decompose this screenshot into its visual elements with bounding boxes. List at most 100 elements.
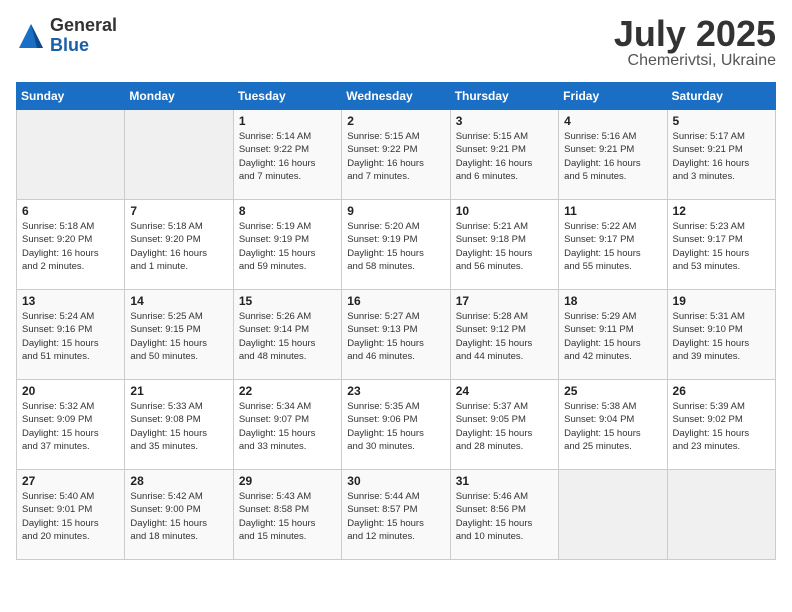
location-subtitle: Chemerivtsi, Ukraine bbox=[614, 52, 776, 70]
weekday-header-friday: Friday bbox=[559, 83, 667, 110]
day-info: Sunrise: 5:15 AM Sunset: 9:22 PM Dayligh… bbox=[347, 130, 444, 183]
calendar-cell: 6 Sunrise: 5:18 AM Sunset: 9:20 PM Daylig… bbox=[17, 200, 125, 290]
calendar-cell: 27 Sunrise: 5:40 AM Sunset: 9:01 PM Dayli… bbox=[17, 470, 125, 560]
day-info: Sunrise: 5:40 AM Sunset: 9:01 PM Dayligh… bbox=[22, 490, 119, 543]
calendar-cell: 3Sunrise: 5:15 AM Sunset: 9:21 PM Daylig… bbox=[450, 110, 558, 200]
day-info: Sunrise: 5:37 AM Sunset: 9:05 PM Dayligh… bbox=[456, 400, 553, 453]
day-info: Sunrise: 5:28 AM Sunset: 9:12 PM Dayligh… bbox=[456, 310, 553, 363]
day-number: 24 bbox=[456, 384, 553, 398]
day-info: Sunrise: 5:38 AM Sunset: 9:04 PM Dayligh… bbox=[564, 400, 661, 453]
day-number: 18 bbox=[564, 294, 661, 308]
day-number: 17 bbox=[456, 294, 553, 308]
day-info: Sunrise: 5:26 AM Sunset: 9:14 PM Dayligh… bbox=[239, 310, 336, 363]
calendar-cell bbox=[667, 470, 775, 560]
calendar-cell: 18 Sunrise: 5:29 AM Sunset: 9:11 PM Dayli… bbox=[559, 290, 667, 380]
calendar-table: SundayMondayTuesdayWednesdayThursdayFrid… bbox=[16, 82, 776, 560]
calendar-cell: 28 Sunrise: 5:42 AM Sunset: 9:00 PM Dayli… bbox=[125, 470, 233, 560]
weekday-header-monday: Monday bbox=[125, 83, 233, 110]
day-info: Sunrise: 5:43 AM Sunset: 8:58 PM Dayligh… bbox=[239, 490, 336, 543]
weekday-header-saturday: Saturday bbox=[667, 83, 775, 110]
day-info: Sunrise: 5:25 AM Sunset: 9:15 PM Dayligh… bbox=[130, 310, 227, 363]
day-info: Sunrise: 5:19 AM Sunset: 9:19 PM Dayligh… bbox=[239, 220, 336, 273]
day-info: Sunrise: 5:32 AM Sunset: 9:09 PM Dayligh… bbox=[22, 400, 119, 453]
day-number: 11 bbox=[564, 204, 661, 218]
day-number: 21 bbox=[130, 384, 227, 398]
weekday-header-wednesday: Wednesday bbox=[342, 83, 450, 110]
day-info: Sunrise: 5:35 AM Sunset: 9:06 PM Dayligh… bbox=[347, 400, 444, 453]
day-info: Sunrise: 5:46 AM Sunset: 8:56 PM Dayligh… bbox=[456, 490, 553, 543]
title-block: July 2025 Chemerivtsi, Ukraine bbox=[614, 16, 776, 70]
calendar-cell: 9Sunrise: 5:20 AM Sunset: 9:19 PM Daylig… bbox=[342, 200, 450, 290]
calendar-cell: 24 Sunrise: 5:37 AM Sunset: 9:05 PM Dayli… bbox=[450, 380, 558, 470]
day-number: 22 bbox=[239, 384, 336, 398]
calendar-cell: 20 Sunrise: 5:32 AM Sunset: 9:09 PM Dayli… bbox=[17, 380, 125, 470]
day-number: 23 bbox=[347, 384, 444, 398]
calendar-cell: 26 Sunrise: 5:39 AM Sunset: 9:02 PM Dayli… bbox=[667, 380, 775, 470]
calendar-cell: 31 Sunrise: 5:46 AM Sunset: 8:56 PM Dayli… bbox=[450, 470, 558, 560]
day-number: 4 bbox=[564, 114, 661, 128]
weekday-header-thursday: Thursday bbox=[450, 83, 558, 110]
day-info: Sunrise: 5:33 AM Sunset: 9:08 PM Dayligh… bbox=[130, 400, 227, 453]
day-number: 30 bbox=[347, 474, 444, 488]
calendar-cell bbox=[125, 110, 233, 200]
calendar-cell: 12Sunrise: 5:23 AM Sunset: 9:17 PM Dayli… bbox=[667, 200, 775, 290]
calendar-week-2: 6 Sunrise: 5:18 AM Sunset: 9:20 PM Daylig… bbox=[17, 200, 776, 290]
weekday-header-sunday: Sunday bbox=[17, 83, 125, 110]
day-number: 6 bbox=[22, 204, 119, 218]
day-number: 7 bbox=[130, 204, 227, 218]
calendar-week-3: 13 Sunrise: 5:24 AM Sunset: 9:16 PM Dayli… bbox=[17, 290, 776, 380]
calendar-cell: 19Sunrise: 5:31 AM Sunset: 9:10 PM Dayli… bbox=[667, 290, 775, 380]
month-title: July 2025 bbox=[614, 16, 776, 52]
day-info: Sunrise: 5:23 AM Sunset: 9:17 PM Dayligh… bbox=[673, 220, 770, 273]
day-info: Sunrise: 5:16 AM Sunset: 9:21 PM Dayligh… bbox=[564, 130, 661, 183]
day-number: 29 bbox=[239, 474, 336, 488]
day-info: Sunrise: 5:29 AM Sunset: 9:11 PM Dayligh… bbox=[564, 310, 661, 363]
calendar-cell: 8Sunrise: 5:19 AM Sunset: 9:19 PM Daylig… bbox=[233, 200, 341, 290]
weekday-header-row: SundayMondayTuesdayWednesdayThursdayFrid… bbox=[17, 83, 776, 110]
day-number: 20 bbox=[22, 384, 119, 398]
logo-blue-text: Blue bbox=[50, 36, 117, 56]
calendar-cell: 1Sunrise: 5:14 AM Sunset: 9:22 PM Daylig… bbox=[233, 110, 341, 200]
calendar-cell: 21 Sunrise: 5:33 AM Sunset: 9:08 PM Dayli… bbox=[125, 380, 233, 470]
day-number: 15 bbox=[239, 294, 336, 308]
day-info: Sunrise: 5:20 AM Sunset: 9:19 PM Dayligh… bbox=[347, 220, 444, 273]
calendar-cell: 14 Sunrise: 5:25 AM Sunset: 9:15 PM Dayli… bbox=[125, 290, 233, 380]
calendar-week-4: 20 Sunrise: 5:32 AM Sunset: 9:09 PM Dayli… bbox=[17, 380, 776, 470]
day-info: Sunrise: 5:24 AM Sunset: 9:16 PM Dayligh… bbox=[22, 310, 119, 363]
calendar-cell bbox=[17, 110, 125, 200]
day-number: 13 bbox=[22, 294, 119, 308]
calendar-week-5: 27 Sunrise: 5:40 AM Sunset: 9:01 PM Dayli… bbox=[17, 470, 776, 560]
day-number: 28 bbox=[130, 474, 227, 488]
day-info: Sunrise: 5:18 AM Sunset: 9:20 PM Dayligh… bbox=[22, 220, 119, 273]
day-number: 25 bbox=[564, 384, 661, 398]
calendar-cell: 29 Sunrise: 5:43 AM Sunset: 8:58 PM Dayli… bbox=[233, 470, 341, 560]
day-info: Sunrise: 5:22 AM Sunset: 9:17 PM Dayligh… bbox=[564, 220, 661, 273]
day-info: Sunrise: 5:42 AM Sunset: 9:00 PM Dayligh… bbox=[130, 490, 227, 543]
logo-general-text: General bbox=[50, 16, 117, 36]
day-info: Sunrise: 5:14 AM Sunset: 9:22 PM Dayligh… bbox=[239, 130, 336, 183]
day-number: 2 bbox=[347, 114, 444, 128]
day-number: 5 bbox=[673, 114, 770, 128]
day-info: Sunrise: 5:34 AM Sunset: 9:07 PM Dayligh… bbox=[239, 400, 336, 453]
day-info: Sunrise: 5:39 AM Sunset: 9:02 PM Dayligh… bbox=[673, 400, 770, 453]
calendar-cell: 25 Sunrise: 5:38 AM Sunset: 9:04 PM Dayli… bbox=[559, 380, 667, 470]
day-number: 10 bbox=[456, 204, 553, 218]
page-header: General Blue July 2025 Chemerivtsi, Ukra… bbox=[16, 16, 776, 70]
calendar-cell: 5Sunrise: 5:17 AM Sunset: 9:21 PM Daylig… bbox=[667, 110, 775, 200]
day-number: 27 bbox=[22, 474, 119, 488]
calendar-cell: 2 Sunrise: 5:15 AM Sunset: 9:22 PM Daylig… bbox=[342, 110, 450, 200]
calendar-header: SundayMondayTuesdayWednesdayThursdayFrid… bbox=[17, 83, 776, 110]
day-number: 31 bbox=[456, 474, 553, 488]
calendar-body: 1Sunrise: 5:14 AM Sunset: 9:22 PM Daylig… bbox=[17, 110, 776, 560]
day-info: Sunrise: 5:18 AM Sunset: 9:20 PM Dayligh… bbox=[130, 220, 227, 273]
day-info: Sunrise: 5:31 AM Sunset: 9:10 PM Dayligh… bbox=[673, 310, 770, 363]
day-info: Sunrise: 5:15 AM Sunset: 9:21 PM Dayligh… bbox=[456, 130, 553, 183]
calendar-week-1: 1Sunrise: 5:14 AM Sunset: 9:22 PM Daylig… bbox=[17, 110, 776, 200]
logo-text: General Blue bbox=[50, 16, 117, 56]
day-number: 14 bbox=[130, 294, 227, 308]
calendar-cell: 10Sunrise: 5:21 AM Sunset: 9:18 PM Dayli… bbox=[450, 200, 558, 290]
day-number: 26 bbox=[673, 384, 770, 398]
day-info: Sunrise: 5:27 AM Sunset: 9:13 PM Dayligh… bbox=[347, 310, 444, 363]
logo: General Blue bbox=[16, 16, 117, 56]
day-info: Sunrise: 5:44 AM Sunset: 8:57 PM Dayligh… bbox=[347, 490, 444, 543]
